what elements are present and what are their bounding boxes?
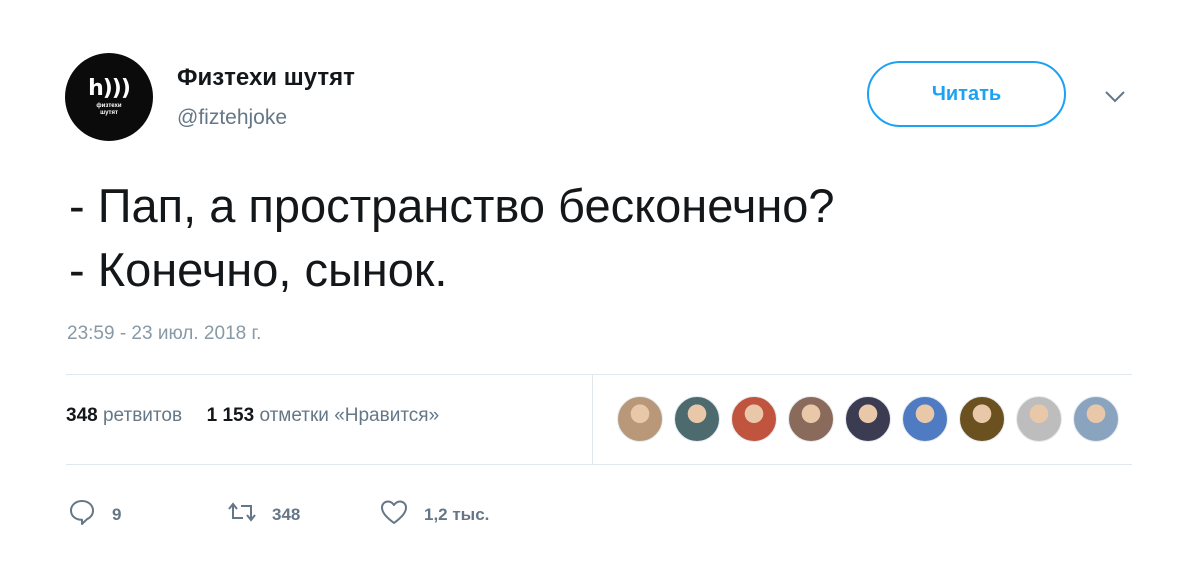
- liker-avatar[interactable]: [959, 396, 1005, 442]
- tweet-timestamp[interactable]: 23:59 - 23 июл. 2018 г.: [67, 323, 261, 345]
- tweet-text-line-2: - Конечно, сынок.: [69, 243, 448, 296]
- retweet-icon: [226, 496, 258, 533]
- avatar-logo-mark: h))): [88, 75, 131, 101]
- retweet-button[interactable]: 348: [226, 496, 378, 533]
- avatar-logo-text: физтехи шутят: [96, 103, 121, 117]
- retweet-count: 348: [272, 504, 301, 524]
- engagement-stats: 348 ретвитов 1 153 отметки «Нравится»: [66, 405, 439, 427]
- liker-avatar[interactable]: [617, 396, 663, 442]
- liker-avatar[interactable]: [731, 396, 777, 442]
- like-button[interactable]: 1,2 тыс.: [378, 496, 489, 533]
- divider: [66, 374, 1132, 375]
- account-name[interactable]: Физтехи шутят: [177, 64, 355, 92]
- liker-avatar[interactable]: [1073, 396, 1119, 442]
- account-handle[interactable]: @fiztehjoke: [177, 106, 287, 130]
- liker-avatar[interactable]: [1016, 396, 1062, 442]
- retweets-stat[interactable]: 348 ретвитов: [66, 405, 187, 426]
- caret-down-icon[interactable]: [1100, 84, 1130, 108]
- reply-button[interactable]: 9: [66, 496, 226, 533]
- follow-button[interactable]: Читать: [867, 61, 1066, 127]
- liker-avatar[interactable]: [674, 396, 720, 442]
- tweet-actions: 9 348 1,2 тыс.: [66, 496, 489, 533]
- heart-icon: [378, 496, 410, 533]
- divider: [66, 464, 1132, 465]
- likes-stat-label: отметки «Нравится»: [259, 405, 440, 426]
- liker-avatars: [617, 396, 1130, 442]
- like-count: 1,2 тыс.: [424, 504, 490, 524]
- avatar[interactable]: h))) физтехи шутят: [65, 53, 153, 141]
- liker-avatar[interactable]: [902, 396, 948, 442]
- reply-count: 9: [112, 504, 122, 524]
- reply-icon: [66, 496, 98, 533]
- retweets-stat-count: 348: [66, 405, 98, 426]
- avatar-logo-line1: физтехи: [96, 102, 122, 109]
- retweets-stat-label: ретвитов: [102, 405, 183, 426]
- divider-vertical: [592, 374, 593, 464]
- tweet-text-line-1: - Пап, а пространство бесконечно?: [69, 179, 835, 232]
- avatar-logo-line2: шутят: [100, 109, 118, 116]
- likes-stat-count: 1 153: [206, 405, 255, 426]
- likes-stat[interactable]: 1 153 отметки «Нравится»: [207, 405, 440, 426]
- liker-avatar[interactable]: [788, 396, 834, 442]
- liker-avatar[interactable]: [845, 396, 891, 442]
